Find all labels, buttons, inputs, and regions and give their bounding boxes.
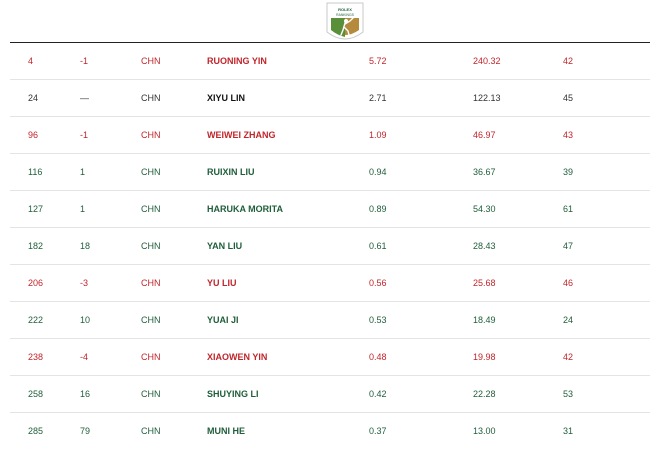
player-name-link[interactable]: XIAOWEN YIN (207, 351, 267, 363)
table-row[interactable]: 258 16 CHN SHUYING LI 0.42 22.28 53 (10, 375, 650, 412)
movement-cell: 10 (80, 315, 91, 325)
table-row[interactable]: 182 18 CHN YAN LIU 0.61 28.43 47 (10, 227, 650, 264)
table-row[interactable]: 222 10 CHN YUAI JI 0.53 18.49 24 (10, 301, 650, 338)
table-row[interactable]: 96 -1 CHN WEIWEI ZHANG 1.09 46.97 43 (10, 116, 650, 153)
average-points-cell: 0.89 (369, 204, 387, 214)
movement-cell: 1 (80, 167, 86, 177)
player-name-link[interactable]: SHUYING LI (207, 388, 259, 400)
rank-cell: 258 (28, 389, 44, 399)
rank-cell: 127 (28, 204, 44, 214)
events-cell: 42 (563, 352, 574, 362)
movement-cell: 18 (80, 241, 91, 251)
events-cell: 42 (563, 56, 574, 66)
country-cell: CHN (141, 93, 161, 103)
rank-cell: 116 (28, 167, 43, 177)
country-cell: CHN (141, 167, 161, 177)
table-row[interactable]: 206 -3 CHN YU LIU 0.56 25.68 46 (10, 264, 650, 301)
country-cell: CHN (141, 278, 161, 288)
average-points-cell: 0.61 (369, 241, 387, 251)
average-points-cell: 0.42 (369, 389, 387, 399)
country-cell: CHN (141, 56, 161, 66)
events-cell: 43 (563, 130, 574, 140)
player-name-link[interactable]: XIYU LIN (207, 92, 245, 104)
movement-cell: 79 (80, 426, 91, 436)
total-points-cell: 13.00 (473, 426, 496, 436)
rank-cell: 4 (28, 56, 34, 66)
total-points-cell: 28.43 (473, 241, 496, 251)
player-name-link[interactable]: WEIWEI ZHANG (207, 129, 276, 141)
movement-cell: 16 (80, 389, 91, 399)
total-points-cell: 46.97 (473, 130, 496, 140)
rolex-rankings-logo: ROLEX RANKINGS (326, 2, 364, 40)
total-points-cell: 36.67 (473, 167, 496, 177)
country-cell: CHN (141, 426, 161, 436)
badge-brand: ROLEX (338, 7, 352, 12)
table-row[interactable]: 4 -1 CHN RUONING YIN 5.72 240.32 42 (10, 42, 650, 79)
average-points-cell: 0.56 (369, 278, 387, 288)
events-cell: 46 (563, 278, 574, 288)
average-points-cell: 1.09 (369, 130, 387, 140)
movement-cell: 1 (80, 204, 86, 214)
events-cell: 24 (563, 315, 574, 325)
average-points-cell: 5.72 (369, 56, 387, 66)
country-cell: CHN (141, 241, 161, 251)
total-points-cell: 25.68 (473, 278, 496, 288)
table-row[interactable]: 24 — CHN XIYU LIN 2.71 122.13 45 (10, 79, 650, 116)
rankings-table: 4 -1 CHN RUONING YIN 5.72 240.32 42 24 — CHN XIYU … (10, 42, 650, 449)
movement-cell: -4 (80, 352, 89, 362)
country-cell: CHN (141, 389, 161, 399)
table-row[interactable]: 127 1 CHN HARUKA MORITA 0.89 54.30 61 (10, 190, 650, 227)
player-name-link[interactable]: YUAI JI (207, 314, 239, 326)
player-name-link[interactable]: YAN LIU (207, 240, 242, 252)
events-cell: 47 (563, 241, 574, 251)
table-row[interactable]: 116 1 CHN RUIXIN LIU 0.94 36.67 39 (10, 153, 650, 190)
average-points-cell: 0.53 (369, 315, 387, 325)
movement-cell: -1 (80, 56, 89, 66)
events-cell: 45 (563, 93, 574, 103)
movement-cell: -3 (80, 278, 89, 288)
table-row[interactable]: 285 79 CHN MUNI HE 0.37 13.00 31 (10, 412, 650, 449)
rank-cell: 24 (28, 93, 39, 103)
total-points-cell: 240.32 (473, 56, 501, 66)
country-cell: CHN (141, 352, 161, 362)
rank-cell: 238 (28, 352, 44, 362)
badge-caption: RANKINGS (336, 13, 354, 17)
header: ROLEX RANKINGS (0, 0, 650, 42)
average-points-cell: 0.94 (369, 167, 387, 177)
movement-cell: -1 (80, 130, 89, 140)
rank-cell: 206 (28, 278, 44, 288)
player-name-link[interactable]: MUNI HE (207, 425, 245, 437)
player-name-link[interactable]: RUIXIN LIU (207, 166, 255, 178)
rank-cell: 285 (28, 426, 44, 436)
total-points-cell: 22.28 (473, 389, 496, 399)
average-points-cell: 0.48 (369, 352, 387, 362)
total-points-cell: 19.98 (473, 352, 496, 362)
average-points-cell: 2.71 (369, 93, 387, 103)
rank-cell: 96 (28, 130, 39, 140)
events-cell: 39 (563, 167, 574, 177)
player-name-link[interactable]: RUONING YIN (207, 55, 267, 67)
player-name-link[interactable]: HARUKA MORITA (207, 203, 283, 215)
rank-cell: 222 (28, 315, 44, 325)
total-points-cell: 122.13 (473, 93, 501, 103)
country-cell: CHN (141, 315, 161, 325)
events-cell: 61 (563, 204, 574, 214)
events-cell: 53 (563, 389, 574, 399)
average-points-cell: 0.37 (369, 426, 387, 436)
rank-cell: 182 (28, 241, 44, 251)
table-row[interactable]: 238 -4 CHN XIAOWEN YIN 0.48 19.98 42 (10, 338, 650, 375)
movement-cell: — (80, 93, 89, 103)
total-points-cell: 54.30 (473, 204, 496, 214)
country-cell: CHN (141, 130, 161, 140)
events-cell: 31 (563, 426, 574, 436)
total-points-cell: 18.49 (473, 315, 496, 325)
player-name-link[interactable]: YU LIU (207, 277, 237, 289)
country-cell: CHN (141, 204, 161, 214)
